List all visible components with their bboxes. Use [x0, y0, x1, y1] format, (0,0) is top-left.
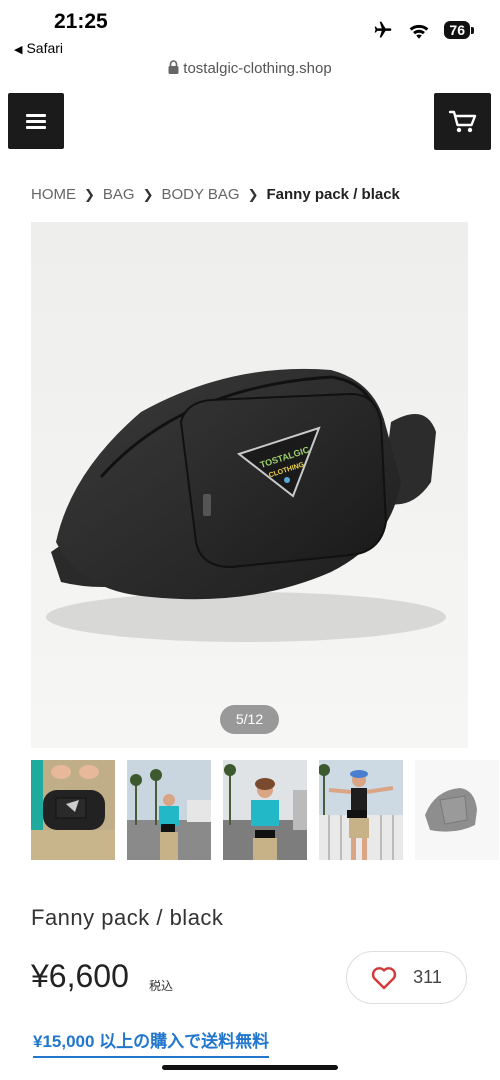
- heart-icon: [372, 966, 397, 989]
- chevron-right-icon: ❯: [84, 186, 95, 202]
- thumbnail-photo: [319, 760, 403, 860]
- product-price: ¥6,600: [31, 958, 129, 994]
- thumbnail-1[interactable]: [31, 760, 115, 860]
- thumbnail-5[interactable]: [415, 760, 499, 860]
- fanny-pack-photo: TOSTALGIC CLOTHING: [46, 368, 446, 642]
- back-label: Safari: [26, 40, 64, 56]
- url-text: tostalgic-clothing.shop: [183, 60, 332, 77]
- product-name: Fanny pack / black: [31, 905, 224, 930]
- address-bar[interactable]: tostalgic-clothing.shop: [0, 60, 500, 77]
- back-arrow-icon: ◀: [14, 44, 23, 56]
- breadcrumb-body-bag[interactable]: BODY BAG: [162, 186, 240, 203]
- battery-indicator: 76: [444, 21, 474, 39]
- back-to-safari-link[interactable]: ◀ Safari: [14, 40, 63, 56]
- home-indicator[interactable]: [162, 1065, 338, 1070]
- thumbnail-photo: [415, 760, 499, 860]
- status-icons: 76: [372, 20, 474, 40]
- thumbnail-photo: [127, 760, 211, 860]
- thumbnail-photo: [31, 760, 115, 860]
- thumbnail-4[interactable]: [319, 760, 403, 860]
- menu-button[interactable]: [8, 93, 64, 149]
- chevron-right-icon: ❯: [142, 186, 154, 202]
- status-bar: 21:25 ◀ Safari 76: [0, 0, 500, 58]
- wifi-icon: [410, 24, 429, 39]
- lock-icon: [168, 60, 179, 74]
- breadcrumb-bag[interactable]: BAG: [103, 186, 135, 203]
- favorite-count: 311: [413, 967, 442, 987]
- product-main-image[interactable]: TOSTALGIC CLOTHING 5/12: [31, 222, 468, 748]
- tax-label: 税込: [149, 979, 174, 993]
- thumbnail-photo: [223, 760, 307, 860]
- thumbnail-strip: [31, 760, 500, 860]
- cart-icon: [448, 110, 476, 132]
- thumbnail-2[interactable]: [127, 760, 211, 860]
- status-time: 21:25: [54, 10, 108, 33]
- breadcrumb: HOME ❯ BAG ❯ BODY BAG ❯ Fanny pack / bla…: [31, 186, 400, 203]
- hamburger-icon: [26, 114, 46, 129]
- cart-button[interactable]: [434, 93, 491, 150]
- breadcrumb-home[interactable]: HOME: [31, 186, 76, 203]
- chevron-right-icon: ❯: [247, 186, 259, 202]
- airplane-icon: [375, 21, 392, 38]
- image-counter: 5/12: [220, 705, 279, 734]
- site-header: [0, 93, 500, 151]
- breadcrumb-current: Fanny pack / black: [266, 186, 400, 203]
- free-shipping-notice[interactable]: ¥15,000 以上の購入で送料無料: [33, 1027, 270, 1058]
- favorite-button[interactable]: 311: [346, 951, 467, 1004]
- thumbnail-3[interactable]: [223, 760, 307, 860]
